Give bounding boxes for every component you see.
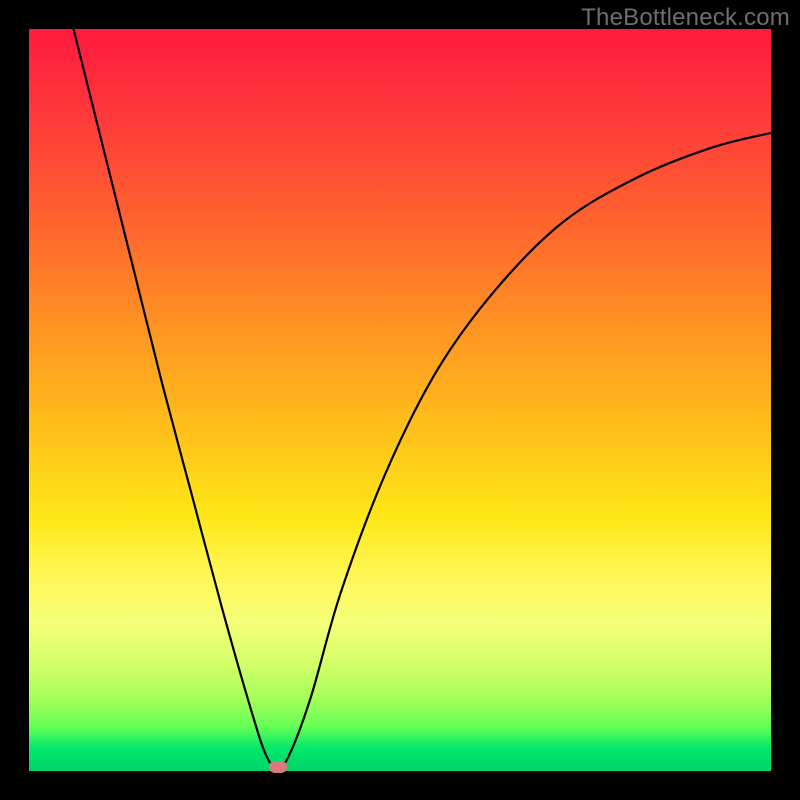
- min-marker: [269, 761, 287, 773]
- curve-svg: [29, 29, 771, 771]
- plot-area: [29, 29, 771, 771]
- watermark-text: TheBottleneck.com: [581, 4, 790, 32]
- chart-frame: TheBottleneck.com: [0, 0, 800, 800]
- bottleneck-curve: [74, 29, 771, 767]
